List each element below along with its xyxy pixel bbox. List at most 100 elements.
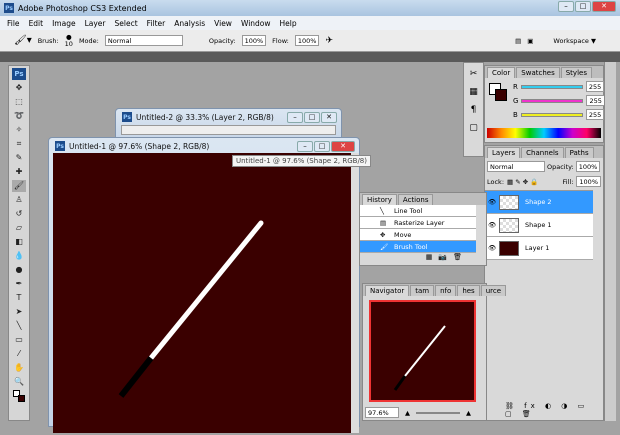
menu-edit[interactable]: Edit xyxy=(29,19,44,28)
lock-icon[interactable]: ▦ ✎ ✥ 🔒 xyxy=(507,178,538,186)
tab-actions[interactable]: Actions xyxy=(397,194,434,205)
color-ramp[interactable] xyxy=(487,128,601,138)
visibility-eye-icon[interactable]: 👁 xyxy=(488,198,496,206)
paragraph-icon[interactable]: ¶ xyxy=(471,105,477,115)
workspace-menu[interactable]: Workspace ▼ xyxy=(553,37,596,45)
history-item[interactable]: ✥ Move xyxy=(360,229,476,241)
opacity-field[interactable]: 100% xyxy=(241,35,267,46)
layer-row[interactable]: 👁 Layer 1 xyxy=(485,237,593,260)
airbrush-icon[interactable]: ✈ xyxy=(325,36,333,46)
visibility-eye-icon[interactable]: 👁 xyxy=(488,244,496,252)
g-value[interactable]: 255 xyxy=(586,95,605,106)
zoom-tool-icon[interactable]: 🔍 xyxy=(12,376,26,388)
zoom-out-icon[interactable]: ▲ xyxy=(405,409,410,417)
move-tool-icon[interactable]: ✥ xyxy=(12,82,26,94)
close-button[interactable]: ✕ xyxy=(321,112,337,123)
tab-histogram[interactable]: tam xyxy=(410,285,435,296)
tab-swatches[interactable]: Swatches xyxy=(516,67,560,78)
g-slider[interactable] xyxy=(521,98,584,103)
tab-history[interactable]: History xyxy=(362,194,397,205)
crop-tool-icon[interactable]: ⌗ xyxy=(12,138,26,150)
tools-preset-icon[interactable]: ✂ xyxy=(470,69,478,79)
b-slider[interactable] xyxy=(520,112,583,117)
brush-tool-preset-icon[interactable]: 🖌▾ xyxy=(14,35,32,46)
eyedropper-icon[interactable]: ⁄ xyxy=(12,348,26,360)
menu-file[interactable]: File xyxy=(7,19,20,28)
menu-window[interactable]: Window xyxy=(241,19,271,28)
tab-channels[interactable]: Channels xyxy=(521,147,564,158)
menu-select[interactable]: Select xyxy=(115,19,138,28)
layer-row[interactable]: 👁 Shape 2 xyxy=(485,191,593,214)
r-slider[interactable] xyxy=(520,84,583,89)
menu-analysis[interactable]: Analysis xyxy=(174,19,205,28)
minimize-button[interactable]: – xyxy=(558,1,574,12)
palette-icon[interactable]: ▤ xyxy=(515,37,521,45)
history-brush-icon[interactable]: ↺ xyxy=(12,208,26,220)
pen-tool-icon[interactable]: ✒ xyxy=(12,278,26,290)
brush-picker[interactable]: ● 10 xyxy=(65,33,73,48)
close-button[interactable]: ✕ xyxy=(331,141,355,152)
minimize-button[interactable]: – xyxy=(297,141,313,152)
fill-field[interactable]: 100% xyxy=(576,176,601,187)
notes-tool-icon[interactable]: ▭ xyxy=(12,334,26,346)
brushes-icon[interactable]: ▦ xyxy=(469,87,478,97)
clone-source-icon[interactable]: ▢ xyxy=(469,123,478,133)
b-value[interactable]: 255 xyxy=(585,109,605,120)
magic-wand-icon[interactable]: ✧ xyxy=(12,124,26,136)
tab-color[interactable]: Color xyxy=(487,67,516,78)
eraser-tool-icon[interactable]: ▱ xyxy=(12,222,26,234)
layer-row[interactable]: 👁 Shape 1 xyxy=(485,214,593,237)
tab-styles[interactable]: Styles xyxy=(560,67,592,78)
zoom-field[interactable]: 97.6% xyxy=(365,407,399,418)
tab-info[interactable]: nfo xyxy=(435,285,457,296)
history-item[interactable]: ▤ Rasterize Layer xyxy=(360,217,476,229)
brush-tool-icon[interactable]: 🖌 xyxy=(12,180,26,192)
layer-opacity-field[interactable]: 100% xyxy=(575,161,601,172)
dodge-tool-icon[interactable]: ● xyxy=(12,264,26,276)
menu-image[interactable]: Image xyxy=(52,19,76,28)
tab-layers[interactable]: Layers xyxy=(487,147,521,158)
minimize-button[interactable]: – xyxy=(287,112,303,123)
tab-clone-source[interactable]: urce xyxy=(480,285,507,296)
slice-tool-icon[interactable]: ✎ xyxy=(12,152,26,164)
zoom-in-icon[interactable]: ▲ xyxy=(466,409,471,417)
zoom-slider[interactable] xyxy=(416,411,460,414)
history-item[interactable]: ╲ Line Tool xyxy=(360,205,476,217)
layer-actions-icon[interactable]: ⛓ fx ◐ ◑ ▭ ▢ 🗑 xyxy=(505,402,603,418)
bridge-icon[interactable]: ▣ xyxy=(527,37,533,45)
navigator-preview[interactable] xyxy=(369,300,476,402)
maximize-button[interactable]: □ xyxy=(314,141,330,152)
menu-view[interactable]: View xyxy=(214,19,232,28)
visibility-eye-icon[interactable]: 👁 xyxy=(488,221,496,229)
hand-tool-icon[interactable]: ✋ xyxy=(12,362,26,374)
tab-brushes[interactable]: hes xyxy=(457,285,480,296)
canvas[interactable] xyxy=(53,153,351,433)
menu-help[interactable]: Help xyxy=(280,19,297,28)
color-swatches-icon[interactable] xyxy=(12,390,26,402)
stamp-tool-icon[interactable]: ♙ xyxy=(12,194,26,206)
type-tool-icon[interactable]: T xyxy=(12,292,26,304)
flow-field[interactable]: 100% xyxy=(294,35,320,46)
panel-scrollbar[interactable] xyxy=(604,62,616,421)
document-window-untitled-1[interactable]: Ps Untitled-1 @ 97.6% (Shape 2, RGB/8) – □… xyxy=(48,137,360,433)
marquee-tool-icon[interactable]: ⬚ xyxy=(12,96,26,108)
maximize-button[interactable]: □ xyxy=(575,1,591,12)
maximize-button[interactable]: □ xyxy=(304,112,320,123)
r-value[interactable]: 255 xyxy=(585,81,605,92)
blend-mode-select[interactable]: Normal xyxy=(487,161,545,172)
history-item[interactable]: 🖌 Brush Tool xyxy=(360,241,476,253)
tab-paths[interactable]: Paths xyxy=(564,147,594,158)
close-button[interactable]: ✕ xyxy=(592,1,616,12)
tab-navigator[interactable]: Navigator xyxy=(365,285,410,296)
menu-layer[interactable]: Layer xyxy=(85,19,106,28)
line-tool-icon[interactable]: ╲ xyxy=(12,320,26,332)
blur-tool-icon[interactable]: 💧 xyxy=(12,250,26,262)
gradient-tool-icon[interactable]: ◧ xyxy=(12,236,26,248)
history-actions-icon[interactable]: ▦📷🗑 xyxy=(360,253,486,261)
vertical-scrollbar[interactable] xyxy=(351,153,359,433)
path-select-icon[interactable]: ➤ xyxy=(12,306,26,318)
healing-tool-icon[interactable]: ✚ xyxy=(12,166,26,178)
mode-select[interactable]: Normal xyxy=(104,35,183,46)
menu-filter[interactable]: Filter xyxy=(147,19,166,28)
background-color[interactable] xyxy=(495,89,507,101)
